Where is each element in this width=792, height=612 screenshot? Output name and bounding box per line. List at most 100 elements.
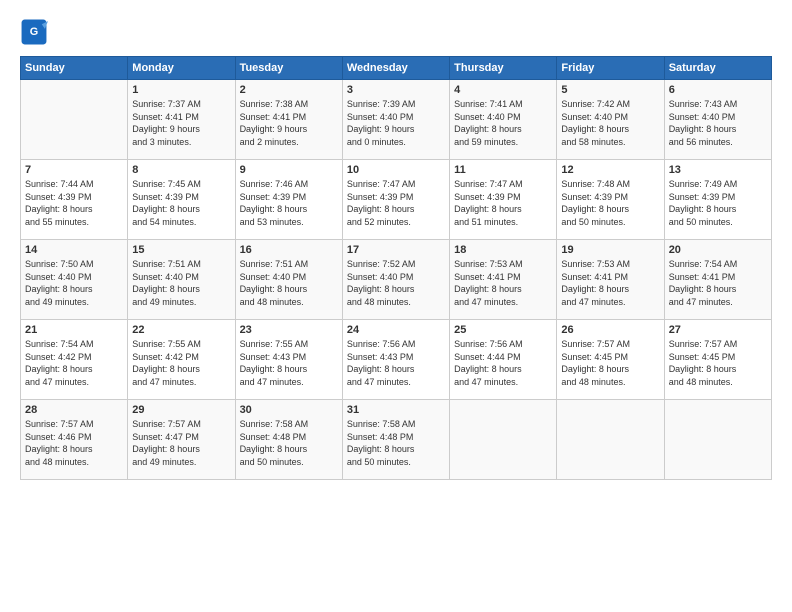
header: G bbox=[20, 18, 772, 46]
calendar-cell: 7 Sunrise: 7:44 AM Sunset: 4:39 PM Daylig… bbox=[21, 160, 128, 240]
cell-info: Sunrise: 7:50 AM Sunset: 4:40 PM Dayligh… bbox=[25, 258, 123, 308]
calendar-cell: 24 Sunrise: 7:56 AM Sunset: 4:43 PM Dayli… bbox=[342, 320, 449, 400]
day-number: 24 bbox=[347, 324, 445, 336]
week-row-4: 21 Sunrise: 7:54 AM Sunset: 4:42 PM Dayli… bbox=[21, 320, 772, 400]
cell-info: Sunrise: 7:57 AM Sunset: 4:45 PM Dayligh… bbox=[669, 338, 767, 388]
day-number: 15 bbox=[132, 244, 230, 256]
day-number: 14 bbox=[25, 244, 123, 256]
cell-info: Sunrise: 7:47 AM Sunset: 4:39 PM Dayligh… bbox=[454, 178, 552, 228]
cell-info: Sunrise: 7:53 AM Sunset: 4:41 PM Dayligh… bbox=[561, 258, 659, 308]
week-row-2: 7 Sunrise: 7:44 AM Sunset: 4:39 PM Daylig… bbox=[21, 160, 772, 240]
calendar-cell: 2Sunrise: 7:38 AM Sunset: 4:41 PM Daylig… bbox=[235, 80, 342, 160]
header-row: SundayMondayTuesdayWednesdayThursdayFrid… bbox=[21, 57, 772, 80]
page: G SundayMondayTuesdayWednesdayThursdayFr… bbox=[0, 0, 792, 612]
day-number: 18 bbox=[454, 244, 552, 256]
calendar-cell: 31 Sunrise: 7:58 AM Sunset: 4:48 PM Dayli… bbox=[342, 400, 449, 480]
day-number: 29 bbox=[132, 404, 230, 416]
day-number: 25 bbox=[454, 324, 552, 336]
cell-info: Sunrise: 7:54 AM Sunset: 4:42 PM Dayligh… bbox=[25, 338, 123, 388]
day-number: 5 bbox=[561, 84, 659, 96]
day-number: 23 bbox=[240, 324, 338, 336]
day-number: 16 bbox=[240, 244, 338, 256]
day-number: 22 bbox=[132, 324, 230, 336]
cell-info: Sunrise: 7:44 AM Sunset: 4:39 PM Dayligh… bbox=[25, 178, 123, 228]
day-number: 19 bbox=[561, 244, 659, 256]
cell-info: Sunrise: 7:46 AM Sunset: 4:39 PM Dayligh… bbox=[240, 178, 338, 228]
calendar-cell: 19 Sunrise: 7:53 AM Sunset: 4:41 PM Dayli… bbox=[557, 240, 664, 320]
cell-info: Sunrise: 7:48 AM Sunset: 4:39 PM Dayligh… bbox=[561, 178, 659, 228]
calendar-cell: 4 Sunrise: 7:41 AM Sunset: 4:40 PM Daylig… bbox=[450, 80, 557, 160]
day-number: 9 bbox=[240, 164, 338, 176]
calendar-cell: 17 Sunrise: 7:52 AM Sunset: 4:40 PM Dayli… bbox=[342, 240, 449, 320]
calendar-cell: 26Sunrise: 7:57 AM Sunset: 4:45 PM Dayli… bbox=[557, 320, 664, 400]
cell-info: Sunrise: 7:58 AM Sunset: 4:48 PM Dayligh… bbox=[240, 418, 338, 468]
cell-info: Sunrise: 7:51 AM Sunset: 4:40 PM Dayligh… bbox=[132, 258, 230, 308]
cell-info: Sunrise: 7:42 AM Sunset: 4:40 PM Dayligh… bbox=[561, 98, 659, 148]
day-number: 4 bbox=[454, 84, 552, 96]
cell-info: Sunrise: 7:41 AM Sunset: 4:40 PM Dayligh… bbox=[454, 98, 552, 148]
day-number: 13 bbox=[669, 164, 767, 176]
calendar-cell: 21 Sunrise: 7:54 AM Sunset: 4:42 PM Dayli… bbox=[21, 320, 128, 400]
day-number: 27 bbox=[669, 324, 767, 336]
day-header-thursday: Thursday bbox=[450, 57, 557, 80]
cell-info: Sunrise: 7:52 AM Sunset: 4:40 PM Dayligh… bbox=[347, 258, 445, 308]
day-number: 30 bbox=[240, 404, 338, 416]
calendar-cell: 8 Sunrise: 7:45 AM Sunset: 4:39 PM Daylig… bbox=[128, 160, 235, 240]
calendar-cell: 27 Sunrise: 7:57 AM Sunset: 4:45 PM Dayli… bbox=[664, 320, 771, 400]
week-row-5: 28 Sunrise: 7:57 AM Sunset: 4:46 PM Dayli… bbox=[21, 400, 772, 480]
day-number: 12 bbox=[561, 164, 659, 176]
calendar-table: SundayMondayTuesdayWednesdayThursdayFrid… bbox=[20, 56, 772, 480]
svg-text:G: G bbox=[30, 26, 38, 38]
day-header-saturday: Saturday bbox=[664, 57, 771, 80]
calendar-cell: 11 Sunrise: 7:47 AM Sunset: 4:39 PM Dayli… bbox=[450, 160, 557, 240]
day-number: 7 bbox=[25, 164, 123, 176]
day-number: 2 bbox=[240, 84, 338, 96]
calendar-cell: 29 Sunrise: 7:57 AM Sunset: 4:47 PM Dayli… bbox=[128, 400, 235, 480]
calendar-cell bbox=[450, 400, 557, 480]
cell-info: Sunrise: 7:47 AM Sunset: 4:39 PM Dayligh… bbox=[347, 178, 445, 228]
day-number: 17 bbox=[347, 244, 445, 256]
cell-info: Sunrise: 7:56 AM Sunset: 4:43 PM Dayligh… bbox=[347, 338, 445, 388]
calendar-cell: 13 Sunrise: 7:49 AM Sunset: 4:39 PM Dayli… bbox=[664, 160, 771, 240]
calendar-cell: 28 Sunrise: 7:57 AM Sunset: 4:46 PM Dayli… bbox=[21, 400, 128, 480]
calendar-cell: 18 Sunrise: 7:53 AM Sunset: 4:41 PM Dayli… bbox=[450, 240, 557, 320]
cell-info: Sunrise: 7:43 AM Sunset: 4:40 PM Dayligh… bbox=[669, 98, 767, 148]
day-number: 8 bbox=[132, 164, 230, 176]
calendar-cell: 5 Sunrise: 7:42 AM Sunset: 4:40 PM Daylig… bbox=[557, 80, 664, 160]
cell-info: Sunrise: 7:57 AM Sunset: 4:47 PM Dayligh… bbox=[132, 418, 230, 468]
calendar-cell: 15 Sunrise: 7:51 AM Sunset: 4:40 PM Dayli… bbox=[128, 240, 235, 320]
calendar-cell: 6 Sunrise: 7:43 AM Sunset: 4:40 PM Daylig… bbox=[664, 80, 771, 160]
calendar-cell: 25Sunrise: 7:56 AM Sunset: 4:44 PM Dayli… bbox=[450, 320, 557, 400]
day-number: 1 bbox=[132, 84, 230, 96]
day-number: 21 bbox=[25, 324, 123, 336]
cell-info: Sunrise: 7:57 AM Sunset: 4:45 PM Dayligh… bbox=[561, 338, 659, 388]
calendar-cell bbox=[557, 400, 664, 480]
calendar-cell: 9 Sunrise: 7:46 AM Sunset: 4:39 PM Daylig… bbox=[235, 160, 342, 240]
day-header-sunday: Sunday bbox=[21, 57, 128, 80]
calendar-cell: 1 Sunrise: 7:37 AM Sunset: 4:41 PM Daylig… bbox=[128, 80, 235, 160]
cell-info: Sunrise: 7:45 AM Sunset: 4:39 PM Dayligh… bbox=[132, 178, 230, 228]
calendar-cell: 16Sunrise: 7:51 AM Sunset: 4:40 PM Dayli… bbox=[235, 240, 342, 320]
cell-info: Sunrise: 7:54 AM Sunset: 4:41 PM Dayligh… bbox=[669, 258, 767, 308]
cell-info: Sunrise: 7:49 AM Sunset: 4:39 PM Dayligh… bbox=[669, 178, 767, 228]
day-header-monday: Monday bbox=[128, 57, 235, 80]
calendar-cell bbox=[21, 80, 128, 160]
logo: G bbox=[20, 18, 52, 46]
cell-info: Sunrise: 7:58 AM Sunset: 4:48 PM Dayligh… bbox=[347, 418, 445, 468]
cell-info: Sunrise: 7:57 AM Sunset: 4:46 PM Dayligh… bbox=[25, 418, 123, 468]
day-number: 3 bbox=[347, 84, 445, 96]
calendar-cell: 23Sunrise: 7:55 AM Sunset: 4:43 PM Dayli… bbox=[235, 320, 342, 400]
day-number: 11 bbox=[454, 164, 552, 176]
day-number: 10 bbox=[347, 164, 445, 176]
cell-info: Sunrise: 7:39 AM Sunset: 4:40 PM Dayligh… bbox=[347, 98, 445, 148]
day-header-tuesday: Tuesday bbox=[235, 57, 342, 80]
cell-info: Sunrise: 7:53 AM Sunset: 4:41 PM Dayligh… bbox=[454, 258, 552, 308]
calendar-cell: 3 Sunrise: 7:39 AM Sunset: 4:40 PM Daylig… bbox=[342, 80, 449, 160]
calendar-cell: 22Sunrise: 7:55 AM Sunset: 4:42 PM Dayli… bbox=[128, 320, 235, 400]
day-number: 31 bbox=[347, 404, 445, 416]
week-row-1: 1 Sunrise: 7:37 AM Sunset: 4:41 PM Daylig… bbox=[21, 80, 772, 160]
calendar-cell: 14 Sunrise: 7:50 AM Sunset: 4:40 PM Dayli… bbox=[21, 240, 128, 320]
cell-info: Sunrise: 7:37 AM Sunset: 4:41 PM Dayligh… bbox=[132, 98, 230, 148]
day-number: 6 bbox=[669, 84, 767, 96]
day-number: 28 bbox=[25, 404, 123, 416]
